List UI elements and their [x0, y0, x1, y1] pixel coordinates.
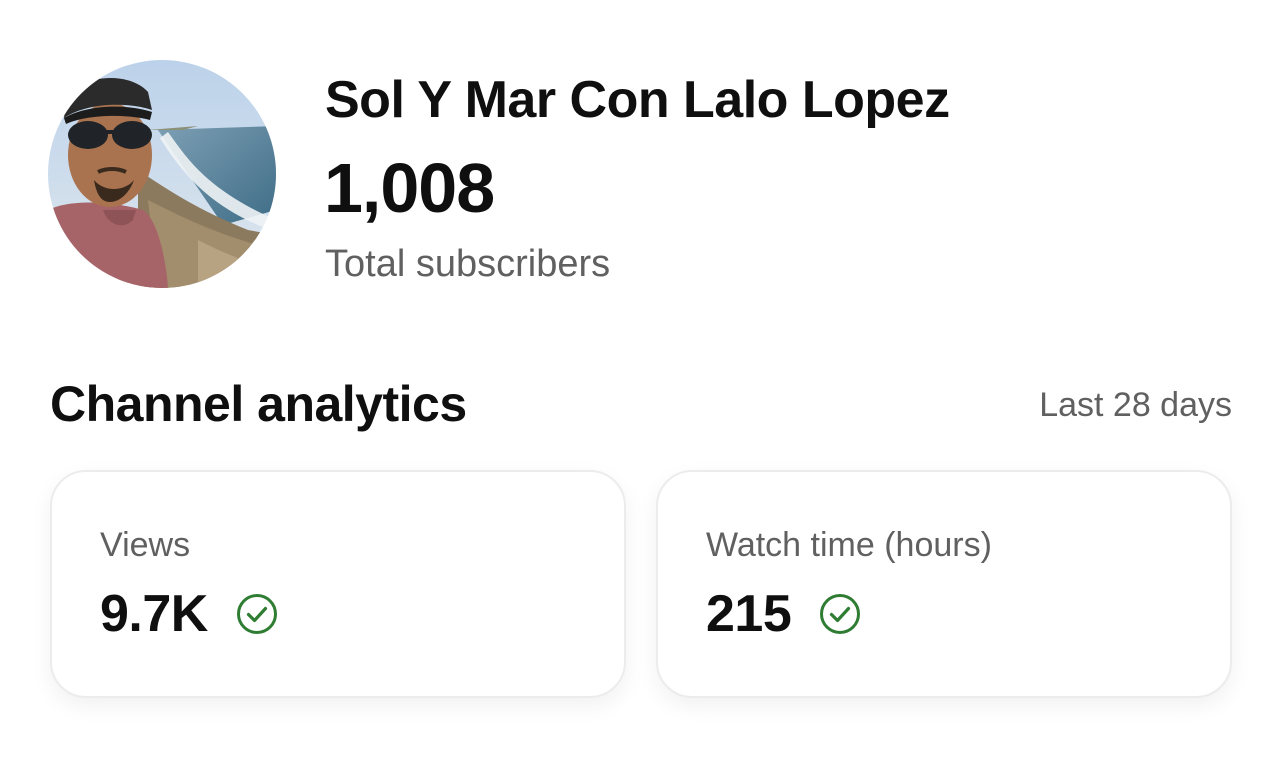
check-circle-icon — [819, 593, 861, 635]
watch-time-card[interactable]: Watch time (hours) 215 — [656, 470, 1232, 698]
channel-header: Sol Y Mar Con Lalo Lopez 1,008 Total sub… — [48, 60, 1238, 290]
subscriber-label: Total subscribers — [325, 243, 611, 285]
period-label: Last 28 days — [1039, 386, 1232, 424]
section-title: Channel analytics — [50, 376, 467, 432]
check-circle-icon — [236, 593, 278, 635]
watch-time-value: 215 — [706, 585, 792, 643]
watch-time-label: Watch time (hours) — [706, 526, 992, 564]
channel-name: Sol Y Mar Con Lalo Lopez — [325, 71, 950, 129]
views-value-row: 9.7K — [100, 582, 278, 646]
views-card[interactable]: Views 9.7K — [50, 470, 626, 698]
views-label: Views — [100, 526, 191, 564]
views-value: 9.7K — [100, 585, 208, 643]
avatar-photo-image — [48, 60, 276, 288]
watch-time-value-row: 215 — [706, 582, 861, 646]
subscriber-count: 1,008 — [324, 149, 495, 227]
channel-avatar[interactable] — [48, 60, 276, 288]
